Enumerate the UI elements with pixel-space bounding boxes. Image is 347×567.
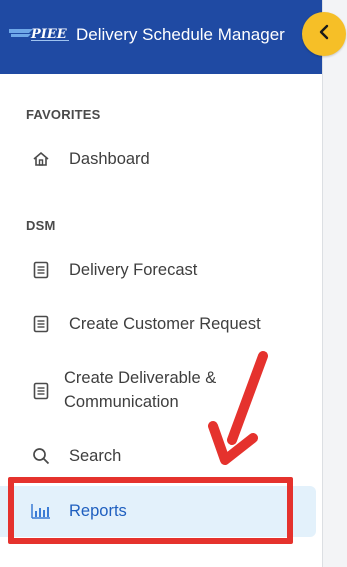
nav-label: Dashboard bbox=[69, 150, 150, 168]
chevron-left-icon bbox=[317, 24, 331, 45]
nav-label: Create Customer Request bbox=[69, 315, 261, 333]
nav-item-delivery-forecast[interactable]: Delivery Forecast bbox=[0, 255, 316, 285]
annotation-arrow bbox=[208, 351, 268, 465]
nav-label: Delivery Forecast bbox=[69, 261, 198, 279]
annotation-highlight-box bbox=[8, 477, 293, 544]
nav-item-create-customer-request[interactable]: Create Customer Request bbox=[0, 309, 316, 339]
nav-label: Search bbox=[69, 447, 122, 465]
section-dsm: DSM bbox=[26, 218, 56, 233]
home-icon bbox=[31, 149, 51, 169]
collapse-sidebar-button[interactable] bbox=[302, 12, 346, 56]
content-area-edge bbox=[322, 0, 347, 567]
document-icon bbox=[31, 314, 51, 334]
nav-label-line1: Create Deliverable & bbox=[64, 369, 217, 387]
section-favorites: FAVORITES bbox=[26, 107, 101, 122]
nav-item-dashboard[interactable]: Dashboard bbox=[0, 144, 316, 174]
app-header: PIEE Delivery Schedule Manager bbox=[0, 0, 322, 74]
document-icon bbox=[31, 381, 51, 401]
svg-text:PIEE: PIEE bbox=[30, 27, 68, 42]
nav-label-line2: Communication bbox=[64, 393, 179, 411]
app-title: Delivery Schedule Manager bbox=[76, 25, 285, 44]
search-icon bbox=[31, 446, 51, 466]
piee-logo: PIEE bbox=[9, 27, 69, 42]
document-icon bbox=[31, 260, 51, 280]
